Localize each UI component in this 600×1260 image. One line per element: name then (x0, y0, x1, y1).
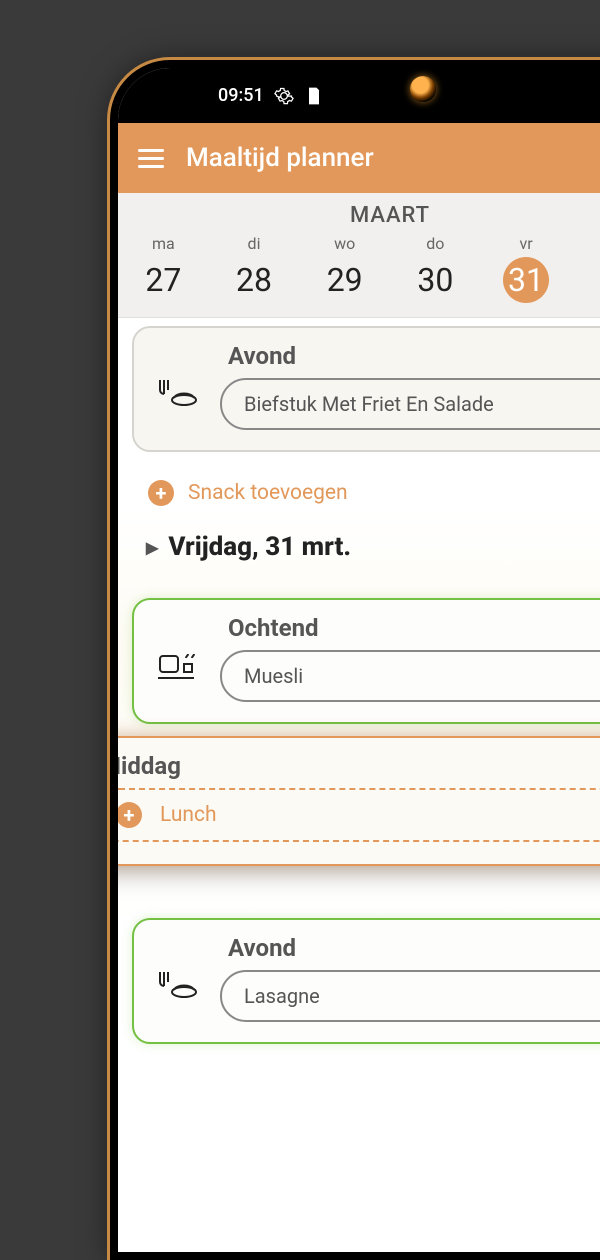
day-number: 1 (594, 257, 600, 303)
dinner-icon (148, 342, 208, 416)
meal-title: Ochtend (220, 614, 600, 642)
dinner-icon (148, 934, 208, 1008)
date-header[interactable]: ▶ Vrijdag, 31 mrt. (118, 522, 600, 586)
menu-button[interactable] (138, 149, 164, 168)
add-snack-label: Snack toevoegen (188, 481, 348, 505)
day-number: 29 (322, 257, 368, 303)
day-of-week: do (390, 234, 481, 253)
day-of-week: di (209, 234, 300, 253)
meal-item-pill[interactable]: Muesli (220, 650, 600, 702)
day-cell[interactable]: ma 27 (118, 234, 209, 303)
day-cell[interactable]: za 1 (571, 234, 600, 303)
status-time: 09:51 (218, 85, 264, 106)
add-meal-label: Lunch (160, 803, 217, 827)
day-of-week: ma (118, 234, 209, 253)
add-meal-pill[interactable]: + Lunch (118, 788, 600, 842)
day-of-week: vr (481, 234, 572, 253)
day-number: 31 (503, 257, 549, 303)
day-cell[interactable]: wo 29 (299, 234, 390, 303)
day-of-week: wo (299, 234, 390, 253)
meal-card-avond[interactable]: Avond Lasagne (132, 918, 600, 1044)
breakfast-icon (148, 614, 208, 688)
meal-card-ochtend[interactable]: Ochtend Muesli (132, 598, 600, 724)
plus-icon: + (148, 480, 174, 506)
meal-item-pill[interactable]: Biefstuk Met Friet En Salade (220, 378, 600, 430)
meal-title: Middag (118, 752, 600, 780)
page-title: Maaltijd planner (186, 143, 592, 173)
meal-title: Avond (220, 342, 600, 370)
day-cell[interactable]: di 28 (209, 234, 300, 303)
meal-title: Avond (220, 934, 600, 962)
meal-card-middag[interactable]: Middag + Lunch (118, 736, 600, 866)
day-cell[interactable]: vr 31 (481, 234, 572, 303)
current-date-label: Vrijdag, 31 mrt. (168, 532, 351, 562)
camera-lens (410, 76, 436, 102)
day-number: 27 (140, 257, 186, 303)
expand-icon: ▶ (146, 538, 158, 557)
week-strip: MAART ma 27 di 28 wo 29 do 30 vr 31 za 1 (118, 193, 600, 318)
add-snack-button[interactable]: + Snack toevoegen (118, 464, 600, 522)
plus-icon: + (118, 802, 142, 828)
sd-card-icon (304, 86, 324, 106)
app-header: Maaltijd planner (118, 123, 600, 193)
status-bar: 09:51 (118, 68, 600, 123)
meal-item-pill[interactable]: Lasagne (220, 970, 600, 1022)
day-cell[interactable]: do 30 (390, 234, 481, 303)
month-label: MAART (118, 203, 600, 228)
day-number: 28 (231, 257, 277, 303)
gear-icon (274, 86, 294, 106)
day-of-week: za (571, 234, 600, 253)
meal-card-prev-avond[interactable]: Avond Biefstuk Met Friet En Salade (132, 326, 600, 452)
day-number: 30 (412, 257, 458, 303)
